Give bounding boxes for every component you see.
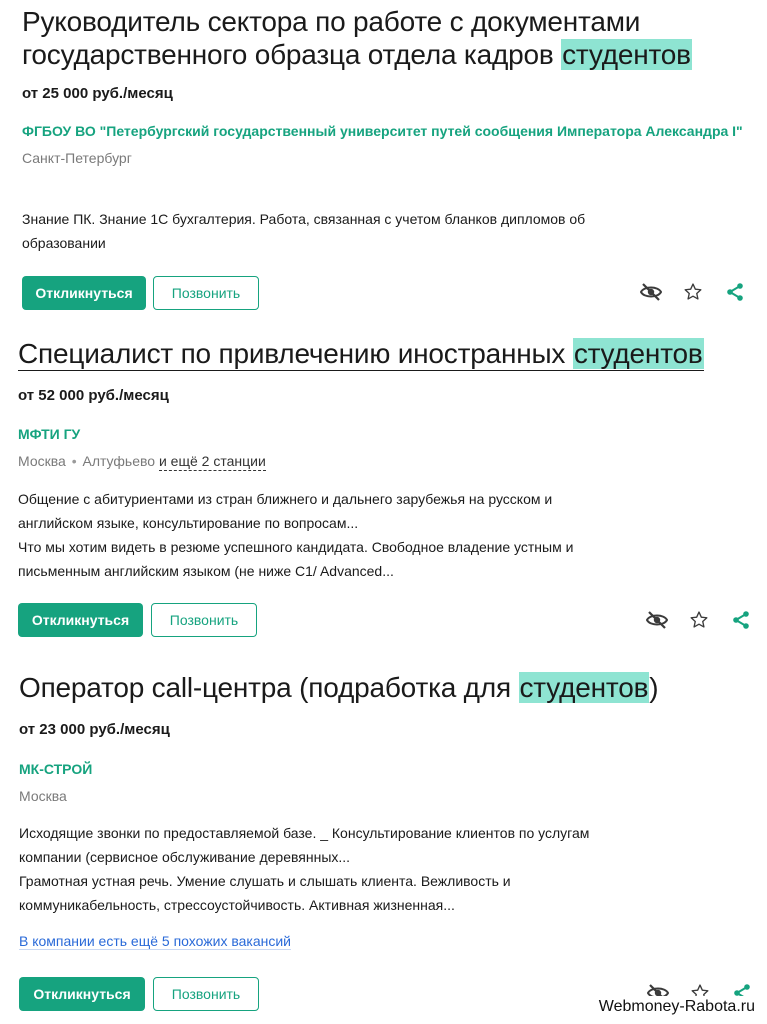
respond-button[interactable]: Откликнуться <box>19 977 145 1011</box>
eye-slash-icon[interactable] <box>645 608 669 632</box>
metro-dot: • <box>71 453 77 469</box>
search-highlight[interactable]: студентов <box>518 672 650 703</box>
more-stations-link[interactable]: и ещё 2 станции <box>158 453 266 471</box>
description-line: компании (сервисное обслуживание деревян… <box>19 849 351 865</box>
similar-vacancies-link[interactable]: В компании есть ещё 5 похожих вакансий <box>19 933 292 950</box>
vacancy-title-text[interactable]: ) <box>649 672 658 703</box>
vacancy-title[interactable]: Руководитель сектора по работе с докумен… <box>22 5 762 71</box>
location: Москва <box>19 788 67 804</box>
vacancy-title-text[interactable]: Специалист по привлечению иностранных <box>18 338 573 369</box>
star-icon[interactable] <box>687 608 711 632</box>
city: Москва <box>18 453 66 469</box>
description-line: Грамотная устная речь. Умение слушать и … <box>19 873 511 889</box>
description-line: письменным английским языком (не ниже C1… <box>18 563 394 579</box>
call-button[interactable]: Позвонить <box>153 276 259 310</box>
respond-button[interactable]: Откликнуться <box>22 276 146 310</box>
vacancy-actions <box>645 608 753 632</box>
description-line: Исходящие звонки по предоставляемой базе… <box>19 825 590 841</box>
vacancy-card: Руководитель сектора по работе с докумен… <box>0 0 767 320</box>
vacancy-description: Общение с абитуриентами из стран ближнег… <box>18 487 638 583</box>
share-icon[interactable] <box>729 608 753 632</box>
vacancy-card: Оператор call-центра (подработка для сту… <box>0 640 767 1024</box>
company-link[interactable]: МФТИ ГУ <box>18 426 80 442</box>
eye-slash-icon[interactable] <box>639 280 663 304</box>
call-button[interactable]: Позвонить <box>151 603 257 637</box>
description-line: английском языке, консультирование по во… <box>18 515 359 531</box>
vacancy-title-line[interactable]: Руководитель сектора по работе с докумен… <box>22 6 640 37</box>
description-line: Общение с абитуриентами из стран ближнег… <box>18 491 553 507</box>
vacancy-title[interactable]: Оператор call-центра (подработка для сту… <box>19 671 659 704</box>
vacancy-title[interactable]: Специалист по привлечению иностранных ст… <box>18 337 704 371</box>
city: Москва <box>19 788 67 804</box>
description-line: коммуникабельность, стрессоустойчивость.… <box>19 897 455 913</box>
search-highlight[interactable]: студентов <box>561 39 692 70</box>
company-link[interactable]: МК-СТРОЙ <box>19 761 92 777</box>
vacancy-description: Знание ПК. Знание 1С бухгалтерия. Работа… <box>22 207 642 255</box>
respond-button[interactable]: Откликнуться <box>18 603 143 637</box>
salary: от 23 000 руб./месяц <box>19 721 170 738</box>
city: Санкт-Петербург <box>22 150 132 166</box>
company-link[interactable]: ФГБОУ ВО "Петербургский государственный … <box>22 123 743 139</box>
description-line: Знание ПК. Знание 1С бухгалтерия. Работа… <box>22 211 586 227</box>
call-button[interactable]: Позвонить <box>153 977 259 1011</box>
vacancy-title-text[interactable]: Оператор call-центра (подработка для <box>19 672 519 703</box>
salary: от 52 000 руб./месяц <box>18 387 169 404</box>
vacancy-description: Исходящие звонки по предоставляемой базе… <box>19 821 639 917</box>
location: Санкт-Петербург <box>22 150 132 166</box>
share-icon[interactable] <box>723 280 747 304</box>
watermark: Webmoney-Rabota.ru <box>594 996 759 1018</box>
star-icon[interactable] <box>681 280 705 304</box>
vacancy-actions <box>639 280 747 304</box>
vacancy-card: Специалист по привлечению иностранных ст… <box>0 320 767 640</box>
description-line: Что мы хотим видеть в резюме успешного к… <box>18 539 574 555</box>
vacancy-title-line[interactable]: государственного образца отдела кадров <box>22 39 561 70</box>
metro-station: Алтуфьево <box>82 453 156 469</box>
description-line: образовании <box>22 235 106 251</box>
search-highlight[interactable]: студентов <box>572 338 704 369</box>
location: Москва • Алтуфьево и ещё 2 станции <box>18 453 266 471</box>
salary: от 25 000 руб./месяц <box>22 85 173 102</box>
